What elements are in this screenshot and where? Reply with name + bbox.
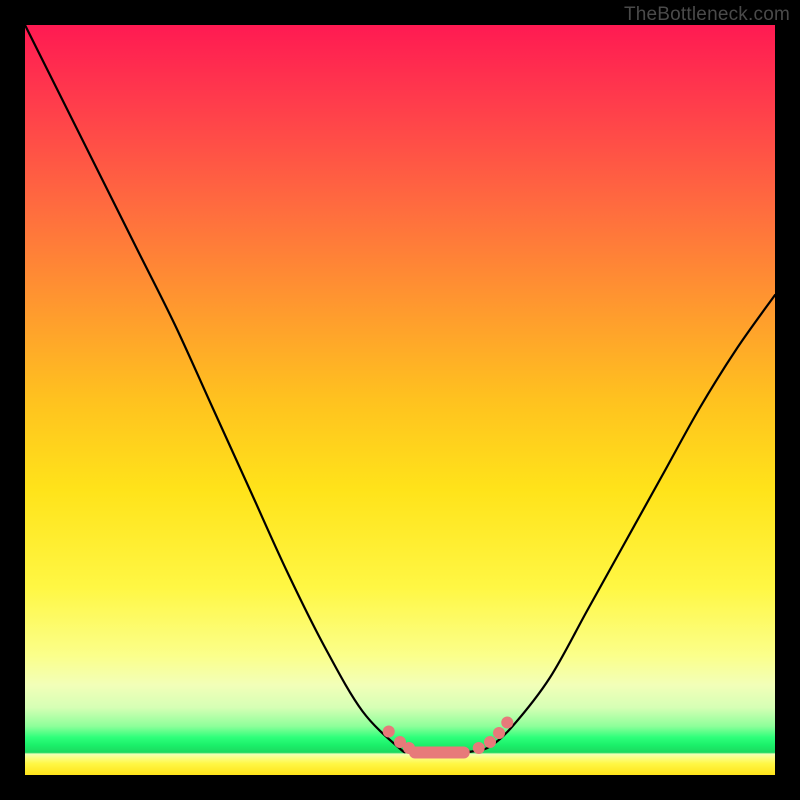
outer-frame: TheBottleneck.com [0, 0, 800, 800]
watermark-text: TheBottleneck.com [624, 4, 790, 26]
plot-area [25, 25, 775, 775]
